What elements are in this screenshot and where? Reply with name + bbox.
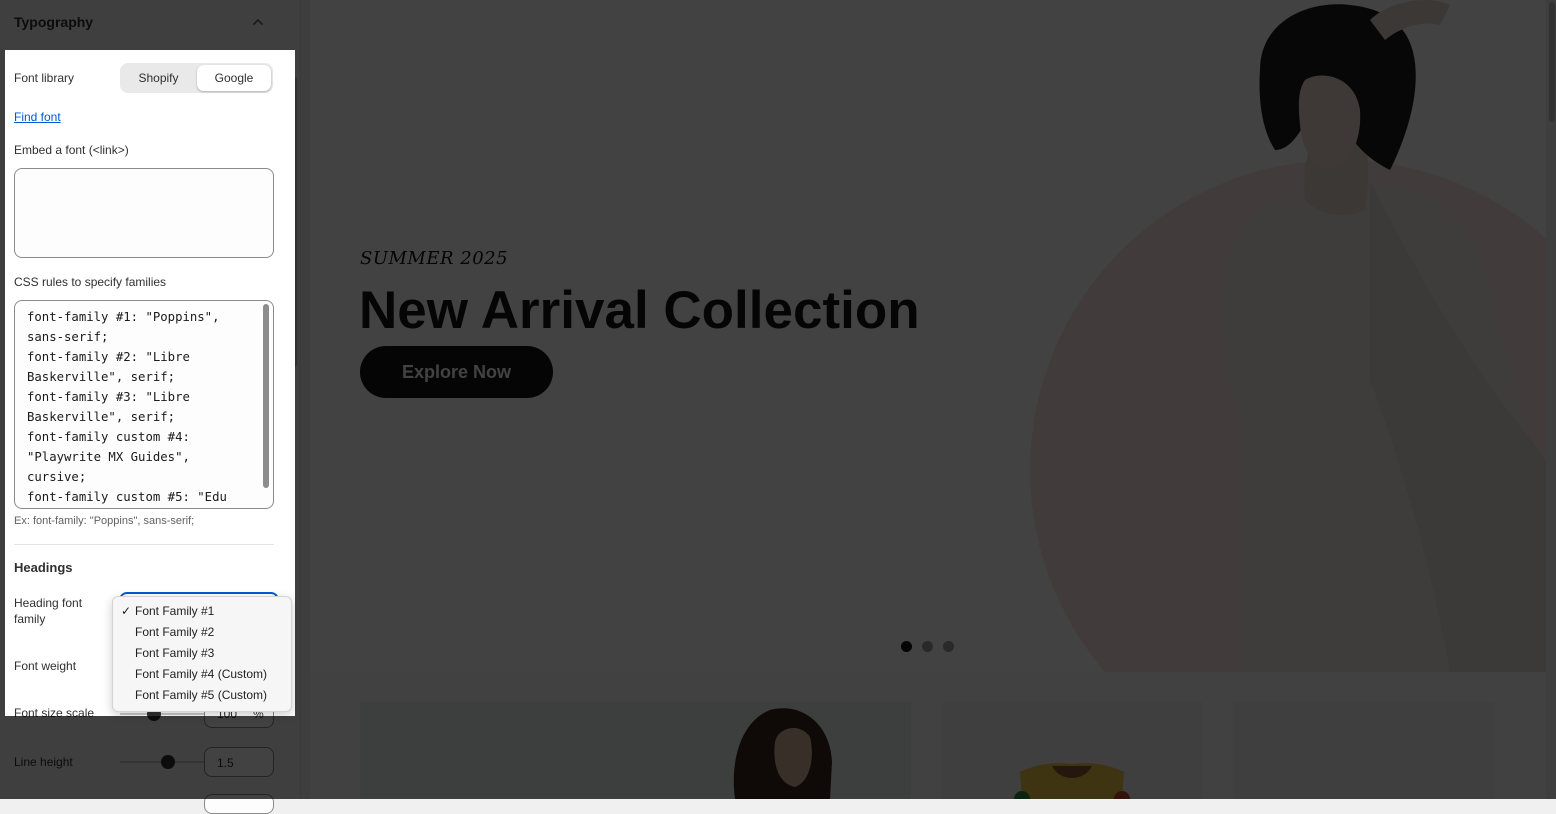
collection-card-2[interactable] (942, 702, 1203, 799)
model-portrait-image (733, 708, 832, 799)
line-height-slider[interactable] (161, 755, 175, 769)
chevron-up-icon[interactable] (250, 14, 266, 30)
css-rules-textarea[interactable]: font-family #1: "Poppins", sans-serif; f… (14, 300, 274, 509)
font-family-dropdown: ✓ Font Family #1 Font Family #2 Font Fam… (112, 596, 292, 712)
hero-title: New Arrival Collection (359, 281, 920, 340)
preview-scrollbar-thumb[interactable] (1549, 2, 1555, 122)
line-height-input[interactable]: 1.5 (204, 747, 274, 777)
dropdown-option-font-family-1[interactable]: ✓ Font Family #1 (121, 601, 214, 621)
slide-dot-3[interactable] (943, 641, 954, 652)
heading-font-family-label: Heading font family (14, 596, 83, 626)
embed-font-label: Embed a font (<link>) (14, 143, 129, 157)
dropdown-option-font-family-2[interactable]: Font Family #2 (135, 622, 214, 642)
embed-font-textarea[interactable] (14, 168, 274, 258)
headings-title: Headings (14, 560, 73, 575)
css-rules-text: font-family #1: "Poppins", sans-serif; f… (27, 310, 227, 504)
collection-grid-preview (310, 672, 1546, 799)
css-rules-scrollbar[interactable] (263, 304, 269, 488)
font-library-label: Font library (14, 71, 75, 85)
collection-card-1[interactable] (360, 702, 911, 799)
typography-section-header[interactable]: Typography (0, 0, 300, 44)
hero-model-image (1219, 0, 1546, 672)
product-image (1014, 763, 1130, 799)
slide-dot-1[interactable] (901, 641, 912, 652)
section-title: Typography (14, 14, 94, 30)
font-size-scale-track-top[interactable] (120, 713, 205, 715)
font-library-toggle[interactable]: Shopify Google (120, 63, 273, 93)
store-preview: SUMMER 2025 New Arrival Collection Explo… (310, 0, 1546, 672)
find-font-link[interactable]: Find font (14, 110, 61, 124)
css-rules-label: CSS rules to specify families (14, 275, 167, 289)
font-library-google[interactable]: Google (197, 65, 271, 91)
font-library-shopify[interactable]: Shopify (122, 65, 195, 91)
collection-card-3[interactable] (1233, 702, 1494, 799)
font-weight-label: Font weight (14, 659, 77, 673)
dropdown-option-font-family-4[interactable]: Font Family #4 (Custom) (135, 664, 267, 684)
preview-scrollbar[interactable] (1548, 0, 1556, 799)
line-height-label: Line height (14, 755, 73, 769)
css-rules-hint: Ex: font-family: "Poppins", sans-serif; (14, 515, 195, 527)
dropdown-option-font-family-5[interactable]: Font Family #5 (Custom) (135, 685, 267, 705)
font-size-scale-label-top: Font size scale (14, 706, 95, 716)
hero-eyebrow: SUMMER 2025 (360, 248, 509, 269)
next-input[interactable] (204, 794, 274, 814)
checkmark-icon: ✓ (121, 604, 132, 618)
divider (14, 544, 274, 545)
explore-now-button[interactable]: Explore Now (360, 346, 553, 398)
slide-dot-2[interactable] (922, 641, 933, 652)
dropdown-option-font-family-3[interactable]: Font Family #3 (135, 643, 214, 663)
